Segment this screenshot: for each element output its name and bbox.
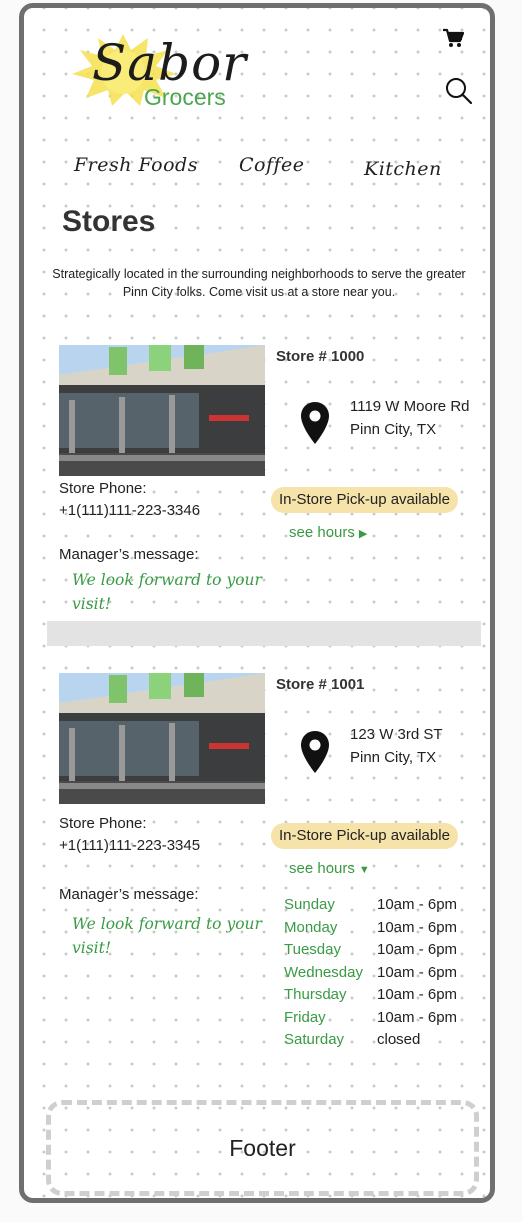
store-number: Store # 1001	[276, 676, 365, 693]
footer-label: Footer	[229, 1134, 296, 1161]
nav-item-fresh-foods[interactable]: Fresh Foods	[74, 154, 198, 176]
address-line-2: Pinn City, TX	[350, 421, 437, 438]
page-frame: Sabor Grocers Fresh Foods Coffee Kitchen…	[19, 3, 495, 1203]
pickup-badge: In-Store Pick-up available	[271, 487, 458, 513]
see-hours-label: see hours	[289, 524, 355, 541]
store-address: 1119 W Moore Rd Pinn City, TX	[350, 395, 470, 441]
see-hours-link[interactable]: see hours ▼	[289, 860, 370, 877]
store-phone: Store Phone: +1(111)111-223-3345	[59, 813, 200, 857]
store-photo	[59, 673, 265, 804]
phone-label: Store Phone:	[59, 480, 147, 497]
hours-day: Sunday	[284, 896, 335, 913]
hours-day: Monday	[284, 918, 338, 936]
hours-table: Sunday 10am - 6pm Monday 10am - 6pm Tues…	[284, 894, 457, 1052]
logo-wordmark[interactable]: Sabor	[92, 38, 247, 88]
nav-item-kitchen[interactable]: Kitchen	[364, 158, 442, 180]
store-divider	[47, 621, 481, 646]
hours-day: Thursday	[284, 986, 347, 1003]
see-hours-link[interactable]: see hours ▶	[289, 524, 367, 541]
hours-day: Tuesday	[284, 941, 341, 958]
hours-time: 10am - 6pm	[377, 963, 458, 981]
phone-number[interactable]: +1(111)111-223-3346	[59, 500, 200, 522]
hours-time: 10am - 6pm	[377, 986, 458, 1003]
cart-icon[interactable]	[442, 28, 464, 48]
arrow-down-icon: ▼	[358, 864, 370, 876]
manager-message: We look forward to your visit!	[72, 571, 262, 613]
store-photo	[59, 345, 265, 476]
hours-day: Saturday	[284, 1031, 345, 1048]
hours-day: Wednesday	[284, 963, 363, 981]
footer: Footer	[46, 1100, 479, 1196]
location-pin-icon	[301, 731, 329, 773]
manager-label: Manager’s message:	[59, 886, 199, 903]
store-phone: Store Phone: +1(111)111-223-3346	[59, 478, 200, 522]
manager-label: Manager’s message:	[59, 546, 199, 563]
address-line-2: Pinn City, TX	[350, 749, 437, 766]
nav-item-coffee[interactable]: Coffee	[239, 154, 305, 176]
page-title: Stores	[62, 205, 156, 238]
intro-text: Strategically located in the surrounding…	[52, 267, 466, 299]
hours-time: 10am - 6pm	[377, 918, 458, 936]
address-line-1: 1119 W Moore Rd	[350, 398, 470, 415]
logo-subtitle: Grocers	[144, 84, 226, 110]
hours-time: 10am - 6pm	[377, 1008, 458, 1026]
location-pin-icon	[301, 402, 329, 444]
hours-time: 10am - 6pm	[377, 896, 458, 913]
phone-number[interactable]: +1(111)111-223-3345	[59, 835, 200, 857]
store-number: Store # 1000	[276, 348, 365, 365]
address-line-1: 123 W 3rd ST	[350, 726, 443, 743]
hours-day: Friday	[284, 1008, 326, 1026]
pickup-badge: In-Store Pick-up available	[271, 823, 458, 849]
search-icon[interactable]	[444, 76, 474, 106]
see-hours-label: see hours	[289, 860, 355, 877]
hours-time: closed	[377, 1031, 421, 1048]
arrow-right-icon: ▶	[358, 528, 368, 540]
store-address: 123 W 3rd ST Pinn City, TX	[350, 723, 443, 769]
manager-message: We look forward to your visit!	[72, 915, 262, 957]
phone-label: Store Phone:	[59, 815, 147, 832]
hours-time: 10am - 6pm	[377, 941, 458, 958]
